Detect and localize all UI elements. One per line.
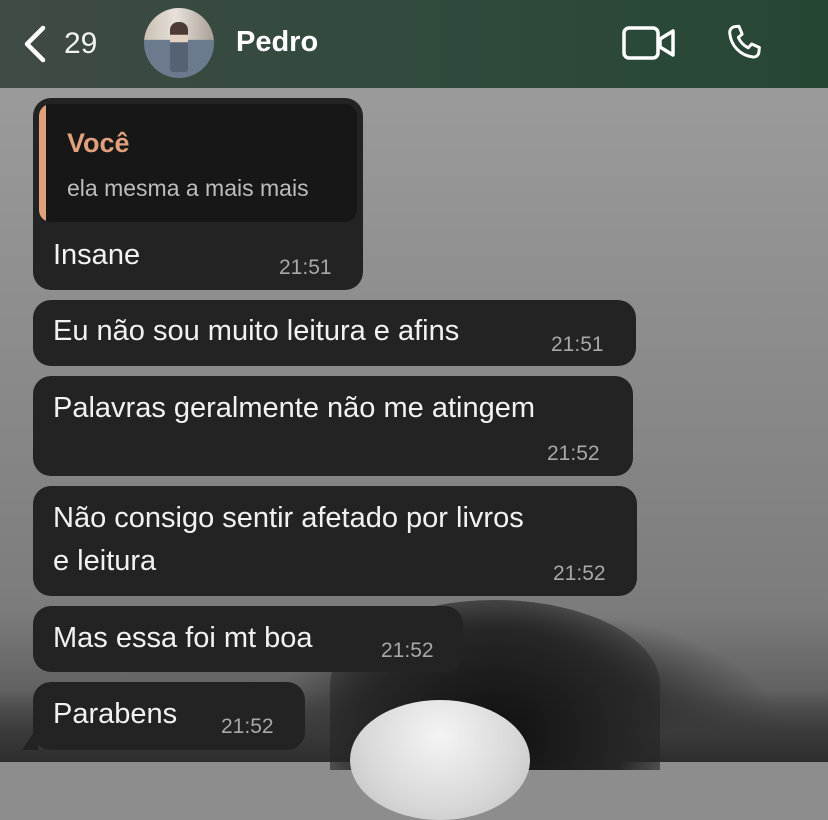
chat-header: 29 Pedro [0, 0, 828, 88]
message-bubble[interactable]: Palavras geralmente não me atingem 21:52 [33, 376, 633, 476]
avatar-figure [170, 22, 188, 72]
reply-author: Você [67, 128, 130, 158]
message-bubble[interactable]: Não consigo sentir afetado por livros e … [33, 486, 637, 596]
message-bubble[interactable]: Parabens 21:52 [33, 682, 305, 750]
message-text: Mas essa foi mt boa [53, 622, 313, 654]
message-text: Eu não sou muito leitura e afins [53, 315, 460, 347]
phone-icon [728, 24, 761, 59]
unread-count: 29 [64, 27, 98, 60]
message-text: Insane [53, 239, 141, 271]
message-time: 21:52 [547, 442, 600, 465]
message-bubble[interactable]: Eu não sou muito leitura e afins 21:51 [33, 300, 636, 366]
message-bubble[interactable]: Mas essa foi mt boa 21:52 [33, 606, 463, 672]
avatar[interactable] [144, 8, 214, 78]
video-camera-icon [622, 26, 675, 60]
message-time: 21:51 [551, 333, 604, 356]
message-text: Parabens [53, 698, 178, 730]
reply-accent-bar [39, 104, 46, 222]
message-time: 21:51 [279, 256, 332, 279]
wallpaper-face [350, 700, 530, 820]
contact-name[interactable]: Pedro [236, 26, 318, 59]
message-text-line-2: e leitura [53, 545, 157, 577]
reply-text: ela mesma a mais mais [67, 175, 309, 201]
message-time: 21:52 [553, 562, 606, 585]
message-text-line-1: Não consigo sentir afetado por livros [53, 502, 524, 534]
message-time: 21:52 [221, 715, 274, 738]
message-text: Palavras geralmente não me atingem [53, 392, 535, 424]
reply-quote[interactable]: Você ela mesma a mais mais [39, 104, 357, 222]
chevron-left-icon [22, 24, 48, 64]
video-call-button[interactable] [622, 24, 676, 67]
message-time: 21:52 [381, 639, 434, 662]
voice-call-button[interactable] [722, 22, 766, 71]
message-bubble[interactable]: Você ela mesma a mais mais Insane 21:51 [33, 98, 363, 290]
back-button[interactable]: 29 [22, 22, 97, 66]
